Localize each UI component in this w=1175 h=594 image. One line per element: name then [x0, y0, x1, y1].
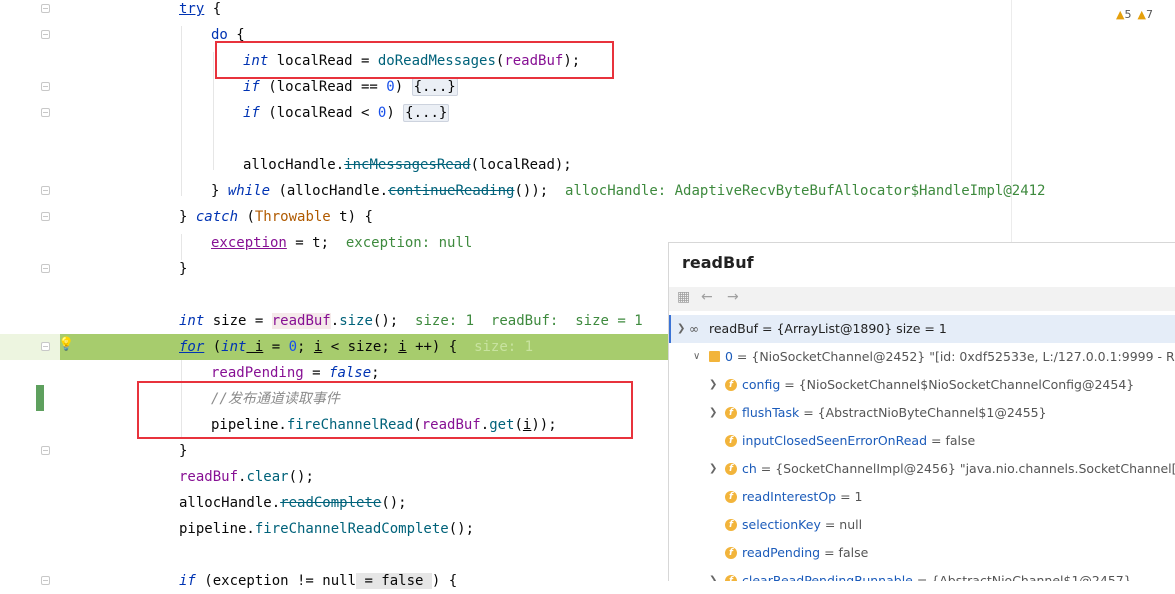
- watch-glasses-icon: ∞: [689, 322, 699, 336]
- field-icon: f: [725, 435, 737, 447]
- inspection-widget[interactable]: ▲5 ▲7: [1116, 2, 1175, 26]
- expand-arrow-icon[interactable]: ❯: [709, 455, 717, 483]
- fold-marker[interactable]: [41, 4, 50, 13]
- vcs-change-marker[interactable]: [36, 385, 44, 411]
- tree-item-row[interactable]: ∨ 0 = {NioSocketChannel@2452} "[id: 0xdf…: [669, 343, 1175, 371]
- field-icon: f: [725, 547, 737, 559]
- code-line: allocHandle.incMessagesRead(localRead);: [243, 157, 572, 173]
- field-value: = {SocketChannelImpl@2456} "java.nio.cha…: [760, 461, 1175, 476]
- folded-block[interactable]: {...}: [411, 78, 458, 96]
- expand-arrow-icon[interactable]: ❯: [709, 399, 717, 427]
- fold-marker[interactable]: [41, 108, 50, 117]
- field-value: = {AbstractNioChannel$1@2457}: [912, 573, 1132, 581]
- inline-debug-value: = false: [356, 573, 432, 589]
- tree-field-row[interactable]: ❯ f clearReadPendingRunnable = {AbstractNi…: [669, 567, 1175, 581]
- annotation-box-read: [215, 41, 614, 79]
- tree-field-row[interactable]: f readPending = false: [669, 539, 1175, 567]
- item-index: 0: [725, 349, 733, 364]
- navigate-icon[interactable]: ▦: [677, 289, 690, 305]
- editor-gutter[interactable]: [0, 0, 60, 581]
- field-icon: f: [725, 491, 737, 503]
- fold-marker[interactable]: [41, 212, 50, 221]
- popup-title: readBuf: [682, 253, 754, 272]
- tree-field-row[interactable]: ❯ f flushTask = {AbstractNioByteChannel$1@…: [669, 399, 1175, 427]
- weak-warning-icon: ▲: [1137, 7, 1146, 21]
- collapse-arrow-icon[interactable]: ❯: [677, 315, 685, 343]
- tree-field-row[interactable]: ❯ f ch = {SocketChannelImpl@2456} "java.ni…: [669, 455, 1175, 483]
- fold-marker[interactable]: [41, 30, 50, 39]
- annotation-box-fire-channel-read: [137, 381, 633, 439]
- tree-field-row[interactable]: f selectionKey = null: [669, 511, 1175, 539]
- field-name: inputClosedSeenErrorOnRead: [742, 433, 928, 448]
- tree-field-row[interactable]: f inputClosedSeenErrorOnRead = false: [669, 427, 1175, 455]
- forward-arrow-icon[interactable]: →: [727, 289, 739, 305]
- code-line: allocHandle.readComplete();: [179, 495, 407, 511]
- field-icon: f: [725, 519, 737, 531]
- weak-warning-count: 7: [1145, 7, 1153, 21]
- code-line: readBuf.clear();: [179, 469, 314, 485]
- field-icon: f: [725, 575, 737, 581]
- field-name: config: [742, 377, 781, 392]
- field-icon: f: [725, 463, 737, 475]
- tree-field-row[interactable]: ❯ f config = {NioSocketChannel$NioSocketCh…: [669, 371, 1175, 399]
- field-icon: f: [725, 379, 737, 391]
- inline-debug-value: size: 1: [457, 339, 534, 355]
- fold-marker[interactable]: [41, 186, 50, 195]
- field-icon: f: [725, 407, 737, 419]
- code-line: try {: [179, 1, 222, 17]
- code-line: if (exception != null = false ) {: [179, 573, 458, 589]
- debug-value-popup[interactable]: readBuf ▦ ← → ❯ ∞ readBuf = {ArrayList@1…: [668, 242, 1175, 581]
- indent-guide: [181, 26, 182, 196]
- popup-toolbar: ▦ ← →: [669, 287, 1175, 311]
- inline-debug-value: exception: null: [329, 235, 473, 251]
- back-arrow-icon[interactable]: ←: [701, 289, 713, 305]
- tree-field-row[interactable]: f readInterestOp = 1: [669, 483, 1175, 511]
- inline-debug-value: allocHandle: AdaptiveRecvByteBufAllocato…: [548, 183, 1046, 199]
- code-line: pipeline.fireChannelReadComplete();: [179, 521, 475, 537]
- field-name: flushTask: [742, 405, 800, 420]
- field-name: readInterestOp: [742, 489, 837, 504]
- field-name: selectionKey: [742, 517, 821, 532]
- expand-arrow-icon[interactable]: ❯: [709, 371, 717, 399]
- field-value: = false: [927, 433, 976, 448]
- collapse-arrow-icon[interactable]: ∨: [693, 343, 700, 371]
- tree-root-row[interactable]: ❯ ∞ readBuf = {ArrayList@1890} size = 1: [669, 315, 1175, 343]
- fold-marker[interactable]: [41, 342, 50, 351]
- warning-count: 5: [1124, 7, 1132, 21]
- code-line: if (localRead < 0) {...}: [243, 104, 450, 122]
- field-value: = 1: [836, 489, 863, 504]
- field-name: ch: [742, 461, 757, 476]
- field-value: = {AbstractNioByteChannel$1@2455}: [799, 405, 1047, 420]
- code-line: } catch (Throwable t) {: [179, 209, 373, 225]
- field-value: = null: [820, 517, 863, 532]
- item-value: = {NioSocketChannel@2452} "[id: 0xdf5253…: [736, 349, 1175, 364]
- code-line: int size = readBuf.size(); size: 1 readB…: [179, 313, 643, 329]
- indent-guide: [213, 52, 214, 170]
- code-line: for (int i = 0; i < size; i ++) { size: …: [179, 339, 534, 355]
- fold-marker[interactable]: [41, 82, 50, 91]
- folded-block[interactable]: {...}: [403, 104, 450, 122]
- inline-debug-value: size: 1 readBuf: size = 1: [398, 313, 643, 329]
- list-element-icon: [709, 351, 720, 362]
- lightbulb-icon[interactable]: 💡: [58, 337, 74, 352]
- fold-marker[interactable]: [41, 264, 50, 273]
- field-name: clearReadPendingRunnable: [742, 573, 913, 581]
- field-value: = false: [820, 545, 869, 560]
- field-name: readPending: [742, 545, 821, 560]
- code-line: }: [179, 261, 188, 277]
- root-label: readBuf = {ArrayList@1890} size = 1: [709, 321, 947, 336]
- field-value: = {NioSocketChannel$NioSocketChannelConf…: [780, 377, 1135, 392]
- expand-arrow-icon[interactable]: ❯: [709, 567, 717, 581]
- code-line: } while (allocHandle.continueReading());…: [211, 183, 1046, 199]
- code-line: }: [179, 443, 188, 459]
- code-line: exception = t; exception: null: [211, 235, 473, 251]
- fold-marker[interactable]: [41, 446, 50, 455]
